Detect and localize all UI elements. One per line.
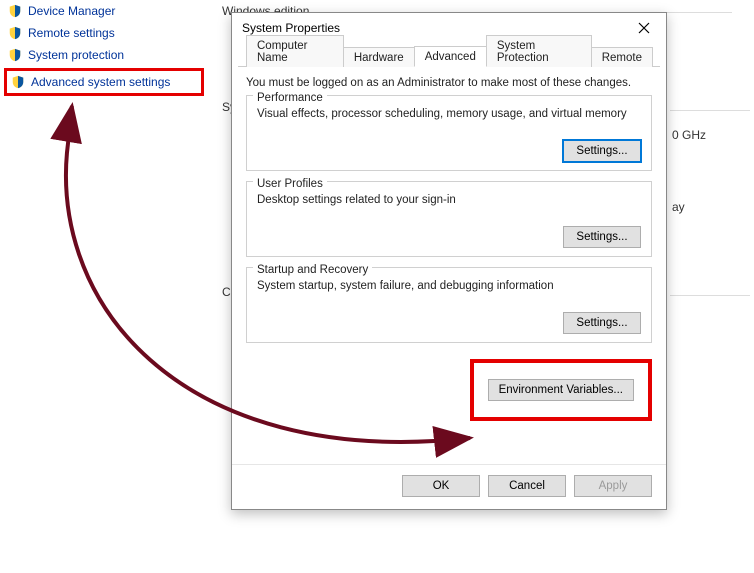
link-system-protection[interactable]: System protection	[4, 44, 204, 66]
user-profiles-settings-button[interactable]: Settings...	[563, 226, 641, 248]
link-label: System protection	[28, 48, 124, 62]
annotation-highlight-env: Environment Variables...	[470, 359, 652, 421]
group-performance: Performance Visual effects, processor sc…	[246, 95, 652, 171]
system-info-background: Windows edition Sy C 0 GHz ay Device Man…	[0, 0, 754, 573]
cancel-button[interactable]: Cancel	[488, 475, 566, 497]
link-remote-settings[interactable]: Remote settings	[4, 22, 204, 44]
env-variables-row: Environment Variables...	[246, 359, 652, 421]
background-ay-fragment: ay	[672, 200, 685, 214]
close-button[interactable]	[622, 14, 666, 42]
link-device-manager[interactable]: Device Manager	[4, 0, 204, 22]
background-truncated-c: C	[222, 285, 231, 299]
tab-content-advanced: You must be logged on as an Administrato…	[232, 67, 666, 464]
group-title: Performance	[253, 92, 327, 104]
link-label: Remote settings	[28, 26, 115, 40]
group-title: User Profiles	[253, 178, 327, 190]
tab-strip: Computer Name Hardware Advanced System P…	[238, 43, 660, 67]
dialog-button-row: OK Cancel Apply	[232, 464, 666, 509]
control-panel-links: Device Manager Remote settings System pr…	[4, 0, 204, 96]
admin-note: You must be logged on as an Administrato…	[246, 77, 652, 89]
dialog-title: System Properties	[242, 21, 340, 35]
group-title: Startup and Recovery	[253, 264, 372, 276]
group-user-profiles: User Profiles Desktop settings related t…	[246, 181, 652, 257]
group-desc: System startup, system failure, and debu…	[257, 280, 641, 292]
startup-settings-button[interactable]: Settings...	[563, 312, 641, 334]
close-icon	[638, 22, 650, 34]
tab-system-protection[interactable]: System Protection	[486, 35, 592, 67]
tab-computer-name[interactable]: Computer Name	[246, 35, 344, 67]
shield-icon	[8, 26, 22, 40]
link-advanced-system-settings[interactable]: Advanced system settings	[4, 68, 204, 96]
shield-icon	[8, 4, 22, 18]
link-label: Advanced system settings	[31, 75, 170, 89]
link-label: Device Manager	[28, 4, 115, 18]
group-startup-recovery: Startup and Recovery System startup, sys…	[246, 267, 652, 343]
group-desc: Desktop settings related to your sign-in	[257, 194, 641, 206]
background-ghz-fragment: 0 GHz	[672, 128, 706, 142]
bg-sep-3	[670, 295, 750, 296]
tab-hardware[interactable]: Hardware	[343, 47, 415, 67]
system-properties-dialog: System Properties Computer Name Hardware…	[231, 12, 667, 510]
ok-button[interactable]: OK	[402, 475, 480, 497]
performance-settings-button[interactable]: Settings...	[563, 140, 641, 162]
apply-button[interactable]: Apply	[574, 475, 652, 497]
tab-remote[interactable]: Remote	[591, 47, 653, 67]
tab-advanced[interactable]: Advanced	[414, 46, 487, 67]
shield-icon	[11, 75, 25, 89]
bg-sep-2	[670, 110, 750, 111]
shield-icon	[8, 48, 22, 62]
group-desc: Visual effects, processor scheduling, me…	[257, 108, 641, 120]
environment-variables-button[interactable]: Environment Variables...	[488, 379, 634, 401]
